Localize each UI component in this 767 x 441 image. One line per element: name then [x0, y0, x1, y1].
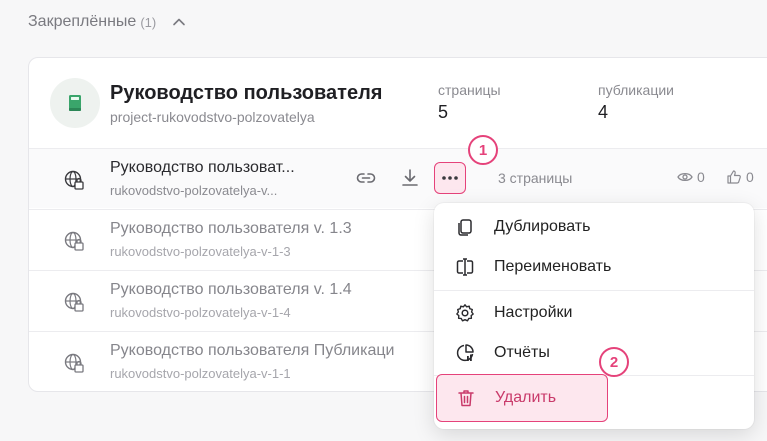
- stat-pages-value: 5: [438, 102, 449, 122]
- copy-link-button[interactable]: [351, 163, 381, 193]
- menu-item-label: Дублировать: [494, 218, 591, 235]
- project-slug: project-rukovodstvo-polzovatelya: [110, 109, 315, 125]
- globe-lock-icon: [63, 230, 85, 252]
- copy-icon: [455, 217, 475, 237]
- book-icon: [50, 78, 100, 128]
- publication-page-count: 3 страницы: [498, 170, 573, 186]
- publication-slug: rukovodstvo-polzovatelya-v-1-4: [110, 305, 291, 320]
- section-count: (1): [140, 14, 157, 30]
- stat-publications-label: публикации: [598, 82, 674, 98]
- stat-pages: страницы 5: [438, 82, 501, 123]
- menu-item-label: Отчёты: [494, 344, 550, 361]
- more-dots-icon: [441, 175, 459, 181]
- project-title: Руководство пользователя: [110, 82, 383, 104]
- publication-slug: rukovodstvo-polzovatelya-v-1-1: [110, 366, 291, 381]
- gear-icon: [455, 303, 475, 323]
- menu-item-settings[interactable]: Настройки: [434, 293, 754, 333]
- menu-item-reports[interactable]: Отчёты: [434, 333, 754, 373]
- menu-item-label: Переименовать: [494, 258, 612, 275]
- eye-icon: [677, 171, 693, 183]
- menu-item-duplicate[interactable]: Дублировать: [434, 207, 754, 247]
- link-icon: [355, 167, 377, 189]
- section-title: Закреплённые: [28, 13, 137, 30]
- menu-divider: [434, 290, 754, 291]
- menu-item-label: Удалить: [495, 389, 557, 406]
- menu-item-label: Настройки: [494, 304, 573, 321]
- publication-slug: rukovodstvo-polzovatelya-v-1-3: [110, 244, 291, 259]
- globe-lock-icon: [63, 291, 85, 313]
- download-icon: [399, 167, 421, 189]
- menu-item-delete[interactable]: Удалить: [436, 374, 608, 422]
- likes-counter: 0: [726, 169, 754, 185]
- publication-row[interactable]: Руководство пользоват... rukovodstvo-pol…: [29, 148, 767, 208]
- publication-title: Руководство пользоват...: [110, 159, 295, 176]
- publication-title: Руководство пользователя v. 1.4: [110, 281, 352, 298]
- publication-title: Руководство пользователя v. 1.3: [110, 220, 352, 237]
- views-counter: 0: [677, 169, 705, 185]
- stat-publications: публикации 4: [598, 82, 674, 123]
- stat-publications-value: 4: [598, 102, 609, 122]
- report-icon: [455, 343, 475, 363]
- publication-title: Руководство пользователя Публикаци: [110, 342, 395, 359]
- more-actions-button[interactable]: [434, 162, 466, 194]
- step-marker-1: 1: [468, 135, 498, 165]
- thumbs-up-icon: [726, 169, 742, 185]
- views-count: 0: [697, 169, 705, 185]
- project-header[interactable]: Руководство пользователя project-rukovod…: [29, 58, 767, 148]
- download-button[interactable]: [395, 163, 425, 193]
- globe-lock-icon: [63, 352, 85, 374]
- chevron-up-icon[interactable]: [172, 15, 186, 29]
- rename-icon: [455, 257, 475, 277]
- step-marker-2: 2: [599, 347, 629, 377]
- globe-lock-icon: [63, 169, 85, 191]
- menu-item-rename[interactable]: Переименовать: [434, 247, 754, 287]
- publication-slug: rukovodstvo-polzovatelya-v...: [110, 183, 278, 198]
- stat-pages-label: страницы: [438, 82, 501, 98]
- likes-count: 0: [746, 169, 754, 185]
- actions-menu: Дублировать Переименовать Настройки Отчё…: [434, 203, 754, 429]
- pinned-section-header: Закреплённые (1): [28, 10, 186, 34]
- trash-icon: [456, 388, 476, 408]
